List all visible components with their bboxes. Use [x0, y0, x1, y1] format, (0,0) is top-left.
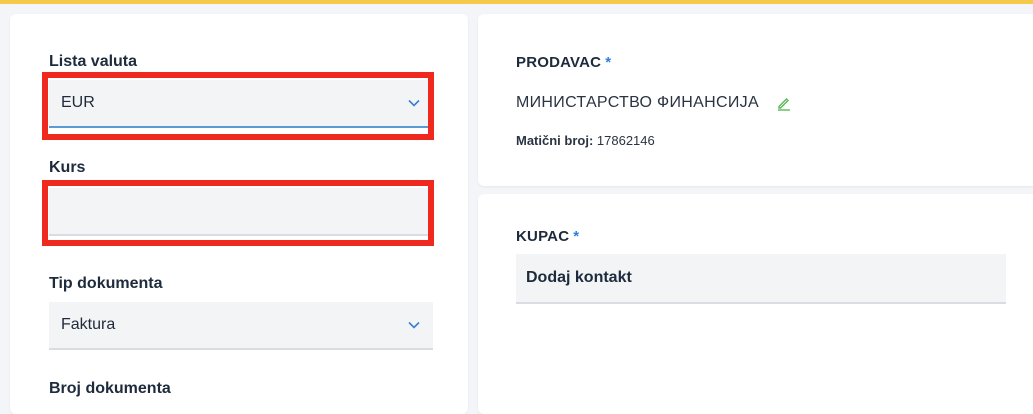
seller-name: МИНИСТАРСТВО ФИНАНСИЈА [516, 94, 793, 112]
add-contact-button[interactable]: Dodaj kontakt [516, 254, 1006, 304]
seller-section-title: PRODAVAC * [516, 54, 611, 71]
chevron-down-icon [407, 96, 421, 110]
currency-select[interactable]: EUR [49, 80, 433, 128]
required-mark: * [573, 228, 580, 245]
pencil-icon[interactable] [775, 94, 793, 112]
seller-registration-number: Matični broj: 17862146 [516, 133, 655, 148]
chevron-down-icon [407, 318, 421, 332]
seller-name-text: МИНИСТАРСТВО ФИНАНСИЈА [516, 94, 759, 111]
currency-select-value: EUR [61, 94, 95, 111]
document-type-select[interactable]: Faktura [49, 302, 433, 350]
document-type-select-value: Faktura [61, 316, 116, 333]
seller-title-text: PRODAVAC [516, 54, 602, 71]
rate-label: Kurs [49, 159, 86, 176]
buyer-section-title: KUPAC * [516, 228, 579, 245]
rate-input[interactable] [49, 188, 433, 236]
currency-list-label: Lista valuta [49, 53, 138, 70]
reg-number-value: 17862146 [596, 133, 655, 148]
buyer-card [478, 194, 1033, 414]
required-mark: * [605, 54, 612, 71]
buyer-title-text: KUPAC [516, 228, 570, 245]
top-accent-bar [0, 0, 1033, 4]
document-type-label: Tip dokumenta [49, 275, 163, 292]
reg-number-label: Matični broj: [516, 133, 594, 148]
document-number-label: Broj dokumenta [49, 380, 171, 397]
